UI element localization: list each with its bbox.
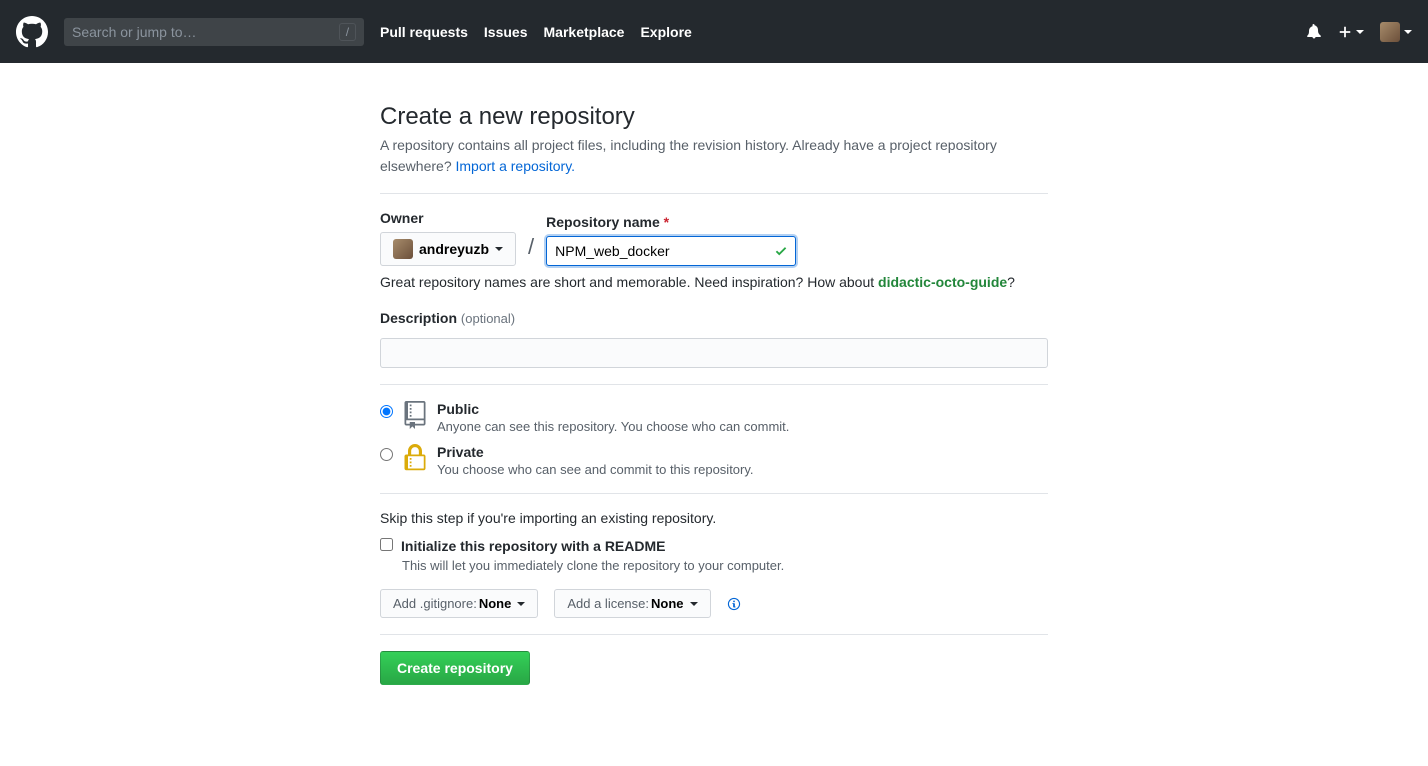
- repo-icon: [403, 401, 427, 429]
- owner-name: andreyuzb: [419, 241, 489, 257]
- nav-marketplace[interactable]: Marketplace: [544, 24, 625, 40]
- caret-down-icon: [495, 247, 503, 251]
- gitignore-select[interactable]: Add .gitignore: None: [380, 589, 538, 618]
- private-text: Private You choose who can see and commi…: [437, 444, 754, 477]
- readme-row: Initialize this repository with a README: [380, 538, 1048, 554]
- notifications-icon[interactable]: [1306, 24, 1322, 40]
- divider: [380, 634, 1048, 635]
- private-title: Private: [437, 444, 754, 460]
- readme-checkbox[interactable]: [380, 538, 393, 551]
- readme-title: Initialize this repository with a README: [401, 538, 665, 554]
- suggestion-link[interactable]: didactic-octo-guide: [878, 274, 1007, 290]
- license-value: None: [651, 596, 684, 611]
- plus-icon: [1338, 25, 1352, 39]
- info-icon[interactable]: [727, 597, 741, 611]
- public-title: Public: [437, 401, 789, 417]
- create-new-dropdown[interactable]: [1338, 25, 1364, 39]
- public-text: Public Anyone can see this repository. Y…: [437, 401, 789, 434]
- repo-input-wrap: [546, 236, 796, 266]
- repo-label-text: Repository name: [546, 214, 660, 230]
- visibility-public-row: Public Anyone can see this repository. Y…: [380, 401, 1048, 434]
- top-header: / Pull requests Issues Marketplace Explo…: [0, 0, 1428, 63]
- main-content: Create a new repository A repository con…: [364, 103, 1064, 685]
- optional-text: (optional): [461, 311, 515, 326]
- create-repository-button[interactable]: Create repository: [380, 651, 530, 685]
- nav-issues[interactable]: Issues: [484, 24, 528, 40]
- required-asterisk: *: [664, 214, 669, 230]
- repository-name-input[interactable]: [546, 236, 796, 266]
- caret-down-icon: [1356, 30, 1364, 34]
- nav-pull-requests[interactable]: Pull requests: [380, 24, 468, 40]
- desc-label-text: Description: [380, 310, 457, 326]
- nav-explore[interactable]: Explore: [640, 24, 691, 40]
- owner-label: Owner: [380, 210, 516, 226]
- divider: [380, 493, 1048, 494]
- user-menu-dropdown[interactable]: [1380, 22, 1412, 42]
- repo-name-group: Repository name *: [546, 214, 796, 266]
- divider: [380, 193, 1048, 194]
- search-input[interactable]: [72, 24, 339, 40]
- gitignore-value: None: [479, 596, 512, 611]
- lock-icon: [403, 444, 427, 472]
- page-subhead: A repository contains all project files,…: [380, 135, 1048, 177]
- visibility-private-row: Private You choose who can see and commi…: [380, 444, 1048, 477]
- description-label: Description (optional): [380, 310, 1048, 326]
- owner-group: Owner andreyuzb: [380, 210, 516, 266]
- caret-down-icon: [517, 602, 525, 606]
- owner-avatar: [393, 239, 413, 259]
- user-avatar: [1380, 22, 1400, 42]
- divider: [380, 384, 1048, 385]
- slash-separator: /: [524, 234, 538, 266]
- private-desc: You choose who can see and commit to thi…: [437, 462, 754, 477]
- template-selects-row: Add .gitignore: None Add a license: None: [380, 589, 1048, 618]
- github-logo-icon[interactable]: [16, 16, 48, 48]
- name-hint: Great repository names are short and mem…: [380, 274, 1048, 290]
- owner-select-button[interactable]: andreyuzb: [380, 232, 516, 266]
- license-select[interactable]: Add a license: None: [554, 589, 710, 618]
- readme-desc: This will let you immediately clone the …: [402, 558, 1048, 573]
- hint-prefix: Great repository names are short and mem…: [380, 274, 878, 290]
- license-label: Add a license:: [567, 596, 649, 611]
- gitignore-label: Add .gitignore:: [393, 596, 477, 611]
- public-desc: Anyone can see this repository. You choo…: [437, 419, 789, 434]
- caret-down-icon: [1404, 30, 1412, 34]
- description-input[interactable]: [380, 338, 1048, 368]
- search-slash-hint: /: [339, 23, 356, 41]
- page-title: Create a new repository: [380, 103, 1048, 131]
- import-repository-link[interactable]: Import a repository.: [456, 158, 576, 174]
- public-radio[interactable]: [380, 405, 393, 418]
- owner-repo-row: Owner andreyuzb / Repository name *: [380, 210, 1048, 266]
- check-icon: [774, 244, 788, 258]
- private-radio[interactable]: [380, 448, 393, 461]
- nav-links: Pull requests Issues Marketplace Explore: [380, 24, 692, 40]
- search-box[interactable]: /: [64, 18, 364, 46]
- repo-name-label: Repository name *: [546, 214, 796, 230]
- caret-down-icon: [690, 602, 698, 606]
- hint-suffix: ?: [1007, 274, 1015, 290]
- skip-note: Skip this step if you're importing an ex…: [380, 510, 1048, 526]
- header-right: [1306, 22, 1412, 42]
